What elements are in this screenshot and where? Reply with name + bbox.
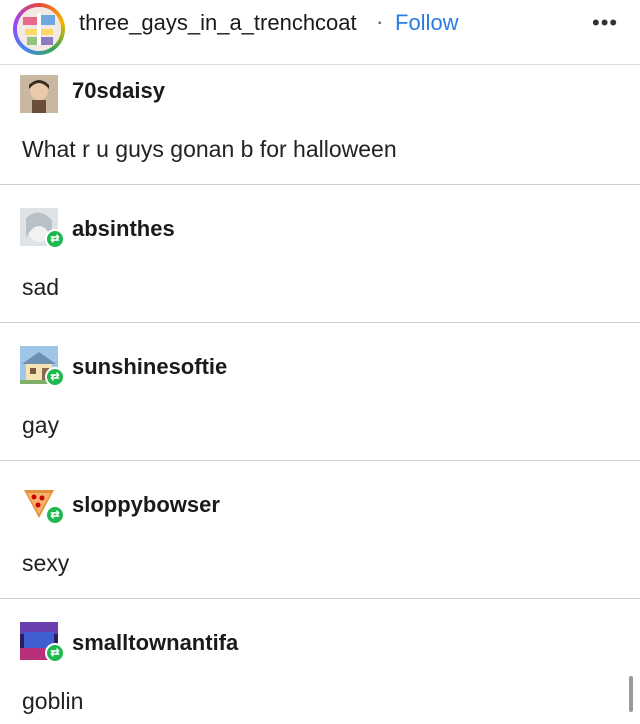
reply-username[interactable]: 70sdaisy: [72, 78, 165, 104]
reply-username[interactable]: absinthes: [72, 216, 175, 242]
reply-text: What r u guys gonan b for halloween: [22, 136, 397, 162]
reblog-icon: ⇄: [45, 643, 65, 663]
blog-username[interactable]: three_gays_in_a_trenchcoat: [79, 10, 357, 36]
follow-button[interactable]: Follow: [395, 10, 459, 36]
reply-text: sad: [22, 274, 60, 300]
header-separator: ·: [376, 9, 384, 34]
blog-avatar[interactable]: [13, 3, 65, 55]
reply-item: ⇄ sunshinesoftie gay: [0, 323, 640, 461]
reblog-icon: ⇄: [45, 367, 65, 387]
post-header: three_gays_in_a_trenchcoat · Follow •••: [0, 0, 640, 65]
reblog-icon: ⇄: [45, 229, 65, 249]
reply-username[interactable]: smalltownantifa: [72, 630, 238, 656]
more-options-icon[interactable]: •••: [592, 10, 618, 36]
scrollbar[interactable]: [629, 676, 633, 712]
reply-text: goblin: [22, 688, 84, 714]
reply-item: ⇄ absinthes sad: [0, 185, 640, 323]
reply-text: sexy: [22, 550, 70, 576]
user-avatar[interactable]: [20, 75, 58, 113]
reply-username[interactable]: sunshinesoftie: [72, 354, 227, 380]
reply-item: 70sdaisy What r u guys gonan b for hallo…: [0, 65, 640, 185]
reply-item: ⇄ smalltownantifa goblin: [0, 599, 640, 724]
reply-text: gay: [22, 412, 60, 438]
reblog-icon: ⇄: [45, 505, 65, 525]
reply-item: ⇄ sloppybowser sexy: [0, 461, 640, 599]
reply-username[interactable]: sloppybowser: [72, 492, 220, 518]
